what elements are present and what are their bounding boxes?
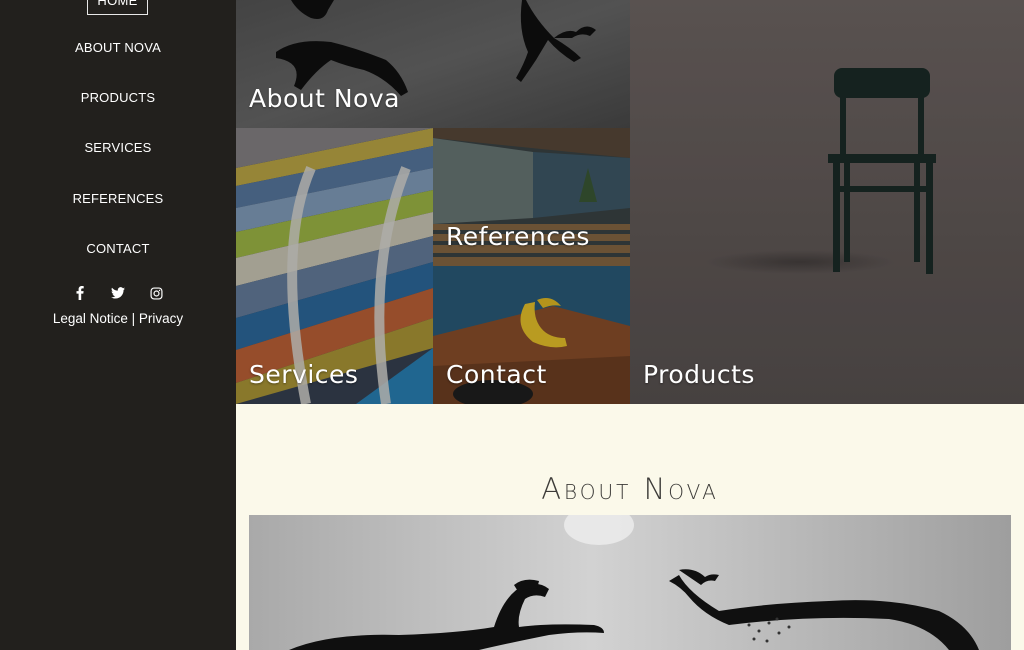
social-links [0,286,236,300]
legal-notice-link[interactable]: Legal Notice [53,311,128,326]
nav-contact[interactable]: CONTACT [0,241,236,256]
tile-references[interactable]: References [433,128,630,266]
tile-contact-label: Contact [446,360,547,389]
tile-references-label: References [446,222,590,251]
cave-painting-large [249,515,1011,650]
nav-products[interactable]: PRODUCTS [0,90,236,105]
legal-separator: | [131,311,136,326]
tile-products[interactable]: Products [630,0,1024,404]
twitter-icon[interactable] [111,286,125,300]
legal-links: Legal Notice | Privacy [0,311,236,326]
chair-image [630,0,1024,404]
nav-home[interactable]: HOME [87,0,148,15]
tile-about-nova[interactable]: About Nova [236,0,630,128]
nav-services[interactable]: SERVICES [0,140,236,155]
tile-services-label: Services [249,360,359,389]
tile-contact[interactable]: Contact [433,266,630,404]
tile-services[interactable]: Services [236,128,433,404]
nav-about-nova[interactable]: ABOUT NOVA [0,40,236,55]
nav-references[interactable]: REFERENCES [0,191,236,206]
section-heading-about-nova: About Nova [541,472,719,506]
instagram-icon[interactable] [149,286,163,300]
about-nova-image [249,515,1011,650]
facebook-icon[interactable] [73,286,87,300]
tile-about-nova-label: About Nova [249,84,400,113]
privacy-link[interactable]: Privacy [139,311,183,326]
tile-products-label: Products [643,360,755,389]
sidebar: HOME ABOUT NOVA PRODUCTS SERVICES REFERE… [0,0,236,650]
